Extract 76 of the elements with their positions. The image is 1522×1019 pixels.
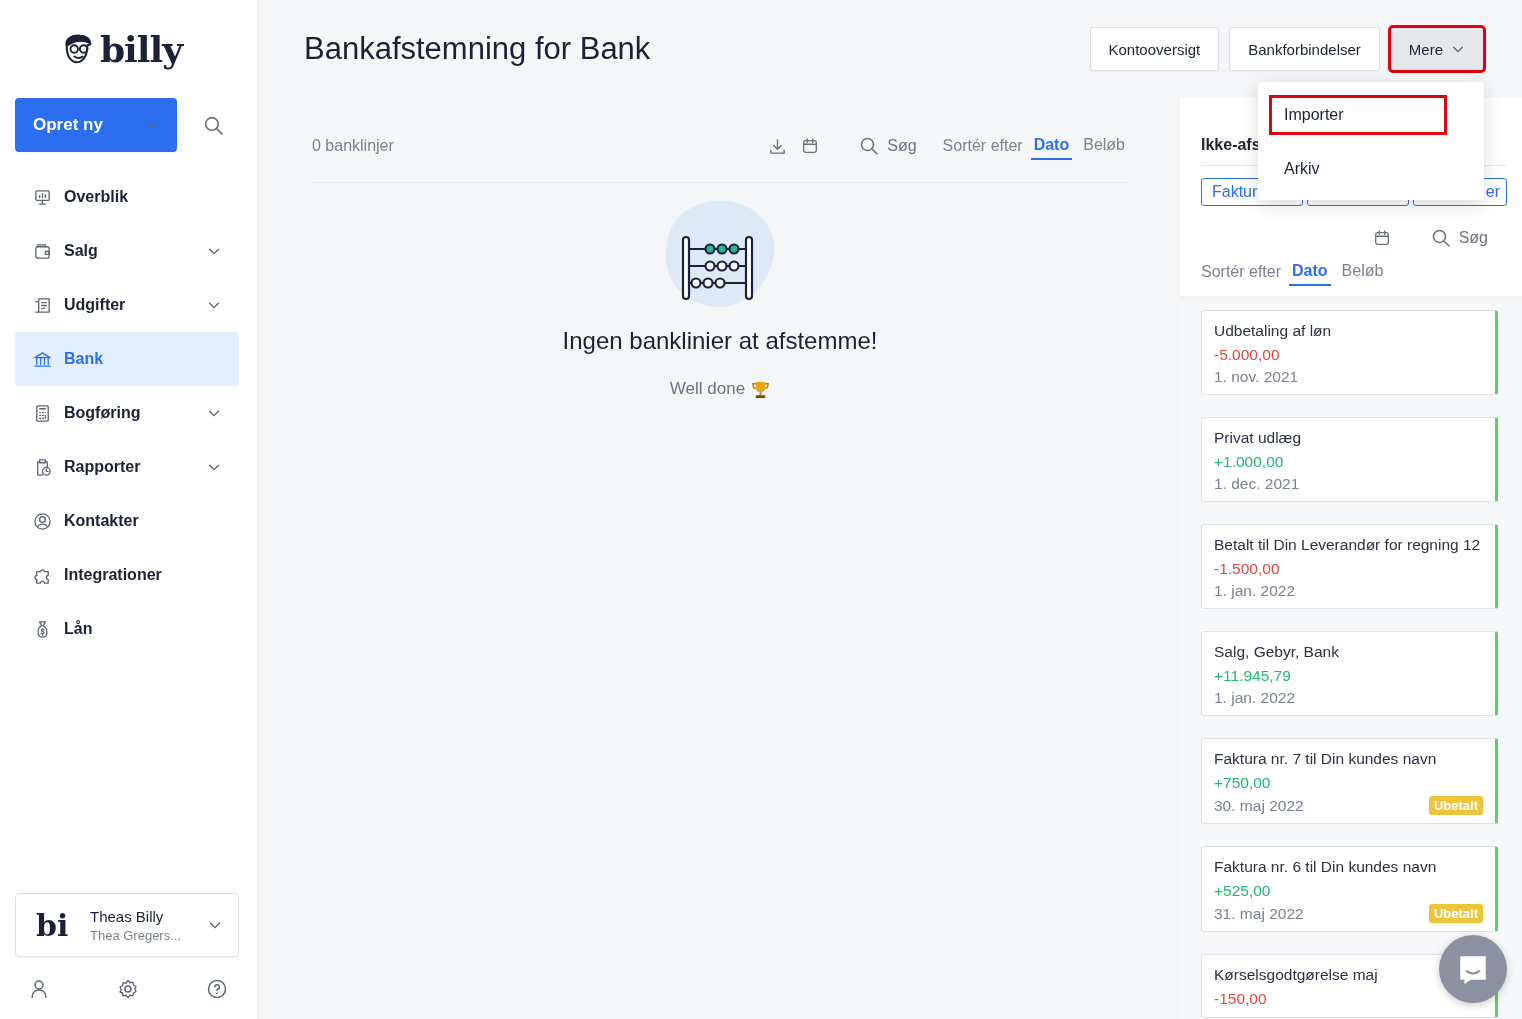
transaction-card[interactable]: Privat udlæg +1.000,00 1. dec. 2021 <box>1201 417 1498 502</box>
create-new-button[interactable]: Opret ny <box>15 98 177 152</box>
logo-text: billy <box>99 28 183 70</box>
nav-item[interactable]: Rapporter <box>15 440 239 494</box>
transaction-amount: +1.000,00 <box>1214 452 1284 472</box>
user-icon[interactable] <box>29 979 49 999</box>
transaction-title: Faktura nr. 6 til Din kundes navn <box>1214 857 1437 877</box>
transaction-title: Privat udlæg <box>1214 428 1301 448</box>
calculator-icon <box>33 403 52 423</box>
transaction-amount: -1.500,00 <box>1214 559 1280 579</box>
sort-option[interactable]: Beløb <box>1080 132 1128 160</box>
transaction-title: Salg, Gebyr, Bank <box>1214 642 1339 662</box>
organization-switcher[interactable]: bi Theas Billy Thea Gregers... <box>15 893 239 957</box>
header-button[interactable]: Bankforbindelser <box>1229 27 1380 71</box>
transaction-title: Faktura nr. 7 til Din kundes navn <box>1214 749 1437 769</box>
calendar-icon[interactable] <box>801 136 820 155</box>
nav-item[interactable]: Bogføring <box>15 386 239 440</box>
filter-chip[interactable]: Faktur <box>1201 178 1303 206</box>
nav-item[interactable]: Integrationer <box>15 548 239 602</box>
nav-item[interactable]: Udgifter <box>15 278 239 332</box>
nav-item[interactable]: Bank <box>15 332 239 386</box>
organization-name: Theas Billy <box>90 907 165 925</box>
search-field[interactable]: Søg <box>1458 229 1488 247</box>
transaction-amount: -5.000,00 <box>1214 345 1280 365</box>
transaction-card[interactable]: Faktura nr. 6 til Din kundes navn +525,00 31. maj 2022 Ubetalt <box>1201 846 1498 932</box>
nav-item[interactable]: Lån <box>15 602 239 656</box>
transaction-card[interactable]: Faktura nr. 7 til Din kundes navn +750,00 30. maj 2022 Ubetalt <box>1201 738 1498 824</box>
search-icon[interactable] <box>859 136 880 156</box>
status-badge: Ubetalt <box>1428 904 1483 923</box>
settings-icon[interactable] <box>118 979 138 999</box>
wallet-icon <box>33 241 52 261</box>
presentation-icon <box>33 187 52 207</box>
transaction-title: Kørselsgodtgørelse maj <box>1214 965 1378 985</box>
empty-state-title: Ingen banklinier at afstemme! <box>562 327 878 355</box>
transaction-date: 1. nov. 2021 <box>1214 368 1299 386</box>
transaction-card[interactable]: Salg, Gebyr, Bank +11.945,79 1. jan. 2022 <box>1201 631 1498 716</box>
nav-item[interactable]: Salg <box>15 224 239 278</box>
transaction-amount: +11.945,79 <box>1214 666 1291 686</box>
user-name: Thea Gregers... <box>90 927 183 943</box>
filter-chip[interactable]: er <box>1413 178 1507 206</box>
nav-item[interactable]: Kontakter <box>15 494 239 548</box>
transaction-amount: -150,00 <box>1214 989 1267 1009</box>
calendar-icon[interactable] <box>1372 229 1391 247</box>
help-icon[interactable] <box>207 979 227 999</box>
nav-item[interactable]: Overblik <box>15 170 239 224</box>
transaction-date: 30. maj 2022 <box>1214 796 1304 815</box>
transaction-date: 1. dec. 2021 <box>1214 475 1300 493</box>
organization-logo: bi <box>36 907 70 943</box>
contact-icon <box>33 511 52 531</box>
page-title: Bankafstemning for Bank <box>304 31 652 67</box>
empty-state-message: Well done <box>669 379 746 399</box>
sort-option[interactable]: Beløb <box>1338 258 1387 286</box>
transaction-title: Udbetaling af løn <box>1214 321 1332 341</box>
transaction-card[interactable]: Betalt til Din Leverandør for regning 12 -1.500,00 1. jan. 2022 <box>1201 524 1498 609</box>
sort-label: Sortér efter <box>942 137 1023 155</box>
bank-line-count: 0 banklinjer <box>312 137 395 155</box>
sort-option[interactable]: Dato <box>1030 132 1073 160</box>
transaction-date: 31. maj 2022 <box>1214 904 1304 923</box>
transaction-date: 1. jan. 2022 <box>1214 582 1295 600</box>
download-icon[interactable] <box>768 136 788 156</box>
transaction-amount: +525,00 <box>1214 881 1271 901</box>
status-badge: Ubetalt <box>1428 796 1483 815</box>
sort-label: Sortér efter <box>1201 263 1282 281</box>
transaction-amount: +750,00 <box>1214 773 1271 793</box>
trophy-icon <box>751 379 771 399</box>
transaction-date: 1. jan. 2022 <box>1214 689 1295 707</box>
header-button[interactable]: Kontooversigt <box>1089 27 1220 71</box>
transaction-card[interactable]: Udbetaling af løn -5.000,00 1. nov. 2021 <box>1201 310 1498 395</box>
sort-option[interactable]: Dato <box>1289 258 1331 286</box>
receipt-icon <box>33 295 52 315</box>
search-field[interactable]: Søg <box>887 137 917 155</box>
search-icon[interactable] <box>203 114 224 136</box>
bank-icon <box>33 349 52 369</box>
header-button[interactable]: Mere <box>1389 27 1484 71</box>
search-icon[interactable] <box>1430 228 1451 248</box>
transaction-title: Betalt til Din Leverandør for regning 12 <box>1214 535 1481 555</box>
